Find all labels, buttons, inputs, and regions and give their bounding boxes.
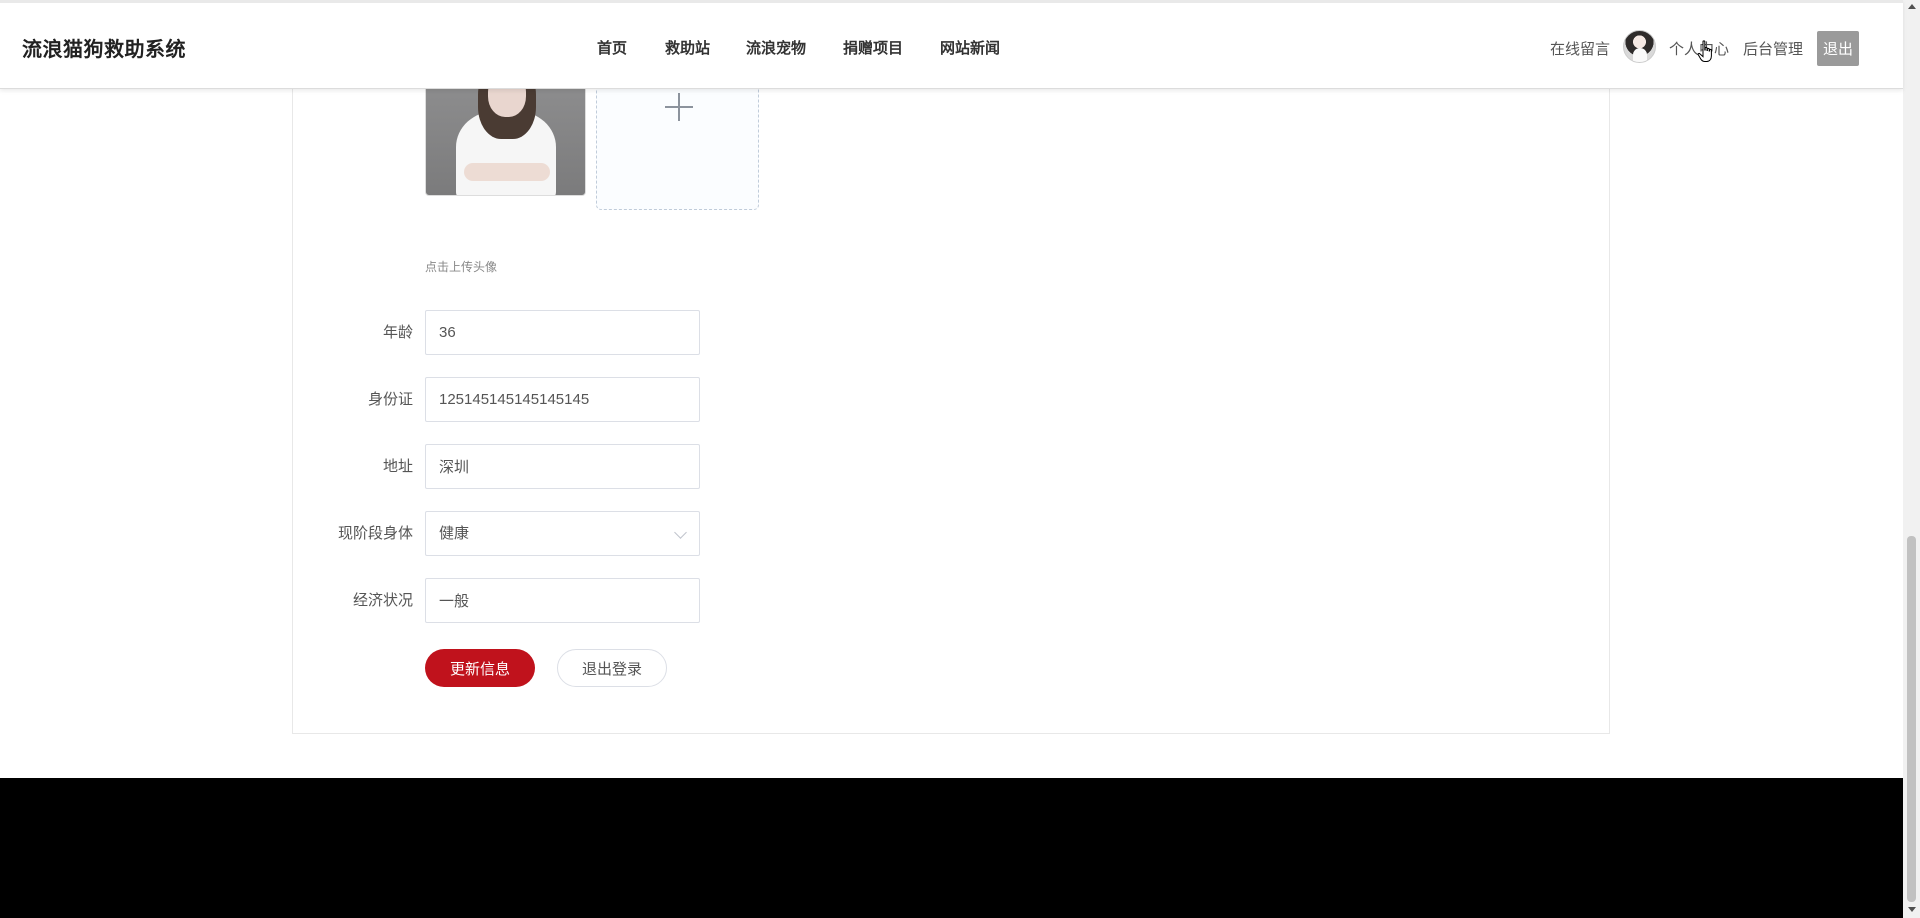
form-row-finance: 经济状况	[292, 578, 792, 623]
plus-icon	[665, 93, 693, 121]
health-status-select[interactable]: 健康	[425, 511, 700, 556]
hand-pointer-icon	[1697, 40, 1712, 62]
field-label: 地址	[382, 458, 413, 475]
update-info-button[interactable]: 更新信息	[425, 649, 535, 687]
form-row-health: 现阶段身体 健康	[292, 511, 792, 556]
financial-status-field[interactable]	[425, 578, 700, 623]
chevron-down-icon	[674, 526, 687, 539]
admin-link[interactable]: 后台管理	[1743, 38, 1803, 59]
photo-arms	[464, 163, 550, 181]
nav-item-label: 捐赠项目	[843, 40, 904, 57]
field-label: 经济状况	[352, 592, 413, 609]
age-field[interactable]	[425, 310, 700, 355]
form-row-id-card: 身份证	[292, 377, 792, 422]
logout-button[interactable]: 退出	[1817, 31, 1859, 66]
online-message-link[interactable]: 在线留言	[1550, 38, 1610, 59]
footer	[0, 778, 1903, 918]
scroll-thumb[interactable]	[1907, 536, 1916, 902]
scroll-up-icon[interactable]	[1908, 4, 1916, 9]
field-label: 身份证	[367, 391, 413, 408]
nav-item-label: 首页	[597, 40, 628, 57]
page-scrollbar[interactable]	[1903, 0, 1920, 918]
form-row-address: 地址	[292, 444, 792, 489]
avatar-upload-box[interactable]	[596, 70, 759, 210]
nav-item-label: 救助站	[665, 40, 711, 57]
address-field[interactable]	[425, 444, 700, 489]
field-label: 现阶段身体	[337, 525, 413, 542]
nav-item-stray-pets[interactable]: 流浪宠物	[746, 37, 806, 58]
logout-account-button[interactable]: 退出登录	[557, 649, 667, 687]
nav-item-home[interactable]: 首页	[597, 37, 627, 58]
top-navbar: 流浪猫狗救助系统 首页 救助站 流浪宠物 捐赠项目 网站新闻 在线留言 个人中心…	[0, 0, 1903, 89]
upload-tip: 点击上传头像	[425, 260, 498, 274]
nav-item-news[interactable]: 网站新闻	[940, 37, 1000, 58]
field-label: 年龄	[382, 324, 413, 341]
site-brand[interactable]: 流浪猫狗救助系统	[22, 33, 186, 62]
nav-item-rescue-station[interactable]: 救助站	[665, 37, 710, 58]
nav-item-label: 流浪宠物	[746, 40, 807, 57]
nav-item-label: 网站新闻	[940, 40, 1001, 57]
scroll-down-icon[interactable]	[1908, 907, 1916, 912]
select-value: 健康	[439, 525, 470, 542]
nav-item-donation-projects[interactable]: 捐赠项目	[843, 37, 903, 58]
id-card-field[interactable]	[425, 377, 700, 422]
avatar[interactable]	[1623, 30, 1656, 63]
form-row-age: 年龄	[292, 310, 792, 355]
